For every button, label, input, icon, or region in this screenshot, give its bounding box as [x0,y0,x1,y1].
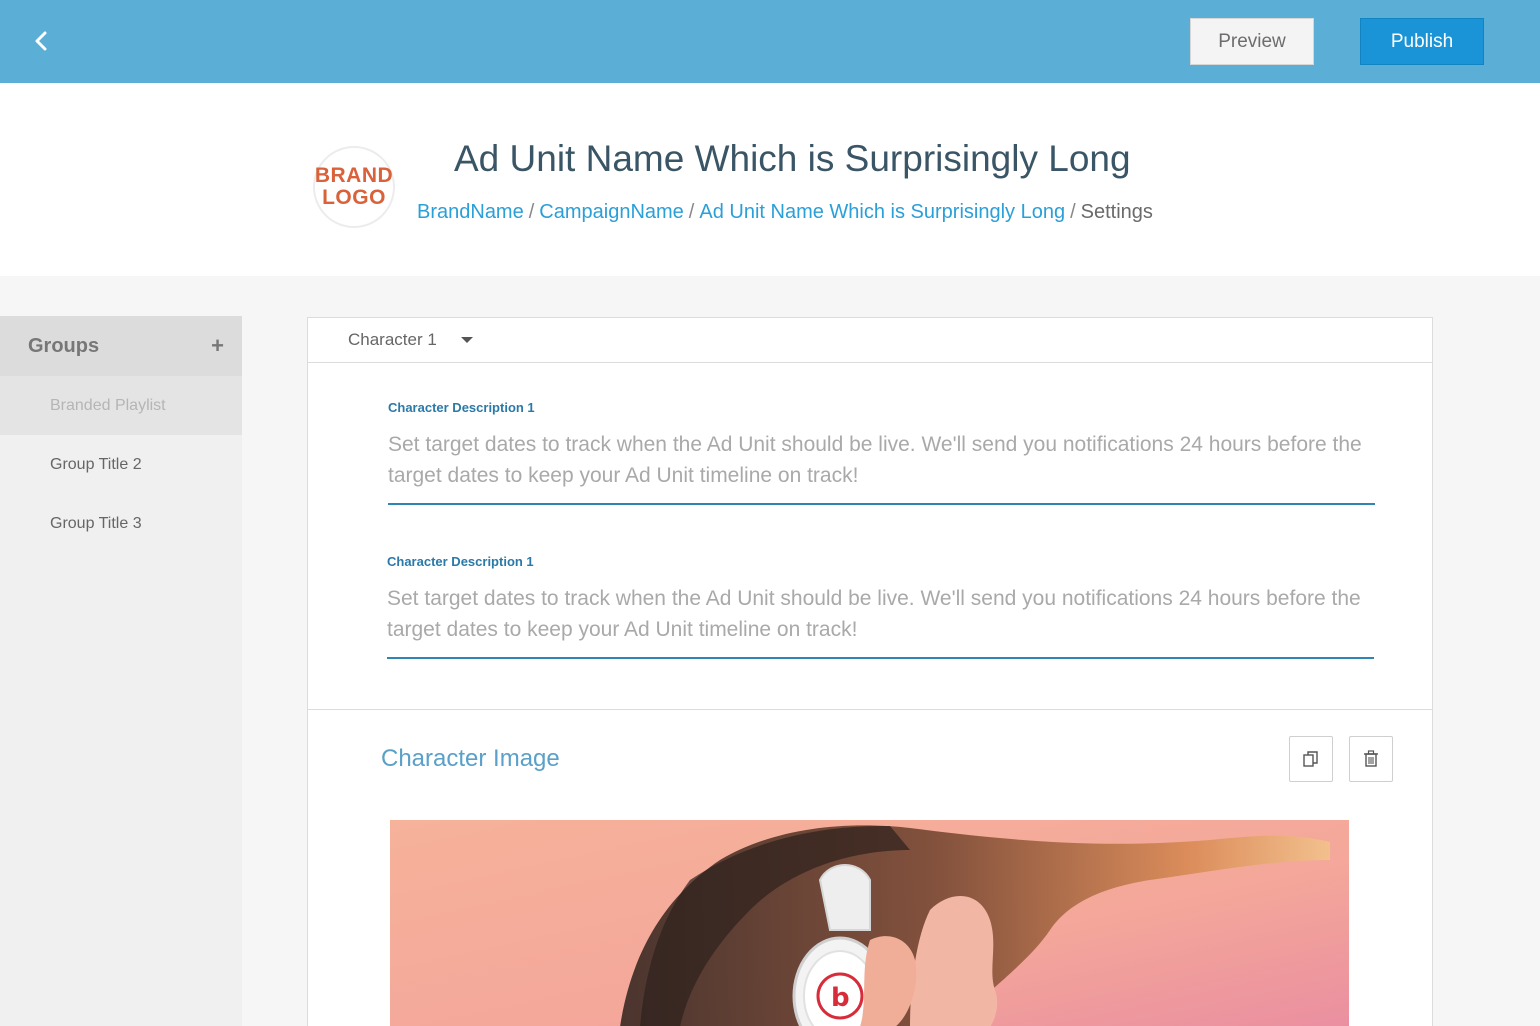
breadcrumb-current: Settings [1080,201,1153,223]
breadcrumb-separator: / [688,201,695,223]
groups-title: Groups [28,334,100,357]
duplicate-button[interactable] [1289,736,1333,782]
character-image-card: Character Image b [307,709,1433,1026]
breadcrumb-brand[interactable]: BrandName [417,201,524,223]
breadcrumb-ad-unit[interactable]: Ad Unit Name Which is Surprisingly Long [699,201,1065,223]
preview-button[interactable]: Preview [1190,18,1314,65]
page-header: BRAND LOGO Ad Unit Name Which is Surpris… [0,83,1540,276]
character-image-title: Character Image [381,745,560,772]
svg-text:b: b [831,983,850,1013]
character-description-input[interactable]: Set target dates to track when the Ad Un… [387,583,1374,657]
character-dropdown-value: Character 1 [348,330,437,349]
character-description-input[interactable]: Set target dates to track when the Ad Un… [388,429,1375,503]
character-panel: Character 1 Character Description 1 Set … [307,317,1433,710]
groups-header: Groups + [0,316,242,376]
delete-button[interactable] [1349,736,1393,782]
top-bar: Preview Publish [0,0,1540,83]
sidebar-item-label: Group Title 2 [50,455,142,473]
brand-logo-line1: BRAND [314,164,394,187]
back-button[interactable] [24,24,58,58]
trash-icon [1364,750,1378,767]
sidebar-item-branded-playlist[interactable]: Branded Playlist [0,376,242,435]
publish-button[interactable]: Publish [1360,18,1484,65]
character-dropdown[interactable]: Character 1 [308,318,1432,363]
breadcrumb-campaign[interactable]: CampaignName [539,201,684,223]
chevron-left-icon [35,31,47,51]
groups-sidebar: Groups + Branded Playlist Group Title 2 … [0,316,242,1026]
field-label: Character Description 1 [387,554,534,569]
breadcrumb: BrandName / CampaignName / Ad Unit Name Whic… [417,201,1153,224]
breadcrumb-separator: / [528,201,535,223]
character-image-graphic: b [390,820,1349,1026]
sidebar-item-label: Branded Playlist [50,396,166,414]
sidebar-item-group-title-2[interactable]: Group Title 2 [0,435,242,494]
sidebar-item-label: Group Title 3 [50,514,142,532]
character-image: b [390,820,1349,1026]
brand-logo-line2: LOGO [322,186,386,209]
breadcrumb-separator: / [1070,201,1076,223]
character-description-field: Character Description 1 Set target dates… [387,554,1374,659]
plus-icon[interactable]: + [211,333,224,359]
input-underline [387,657,1374,659]
chevron-down-icon [460,337,473,343]
brand-logo: BRAND LOGO [313,146,395,228]
duplicate-icon [1303,751,1318,767]
field-label: Character Description 1 [388,400,535,415]
input-underline [388,503,1375,505]
page-title: Ad Unit Name Which is Surprisingly Long [454,138,1131,179]
sidebar-item-group-title-3[interactable]: Group Title 3 [0,494,242,553]
character-description-field: Character Description 1 Set target dates… [388,400,1375,505]
